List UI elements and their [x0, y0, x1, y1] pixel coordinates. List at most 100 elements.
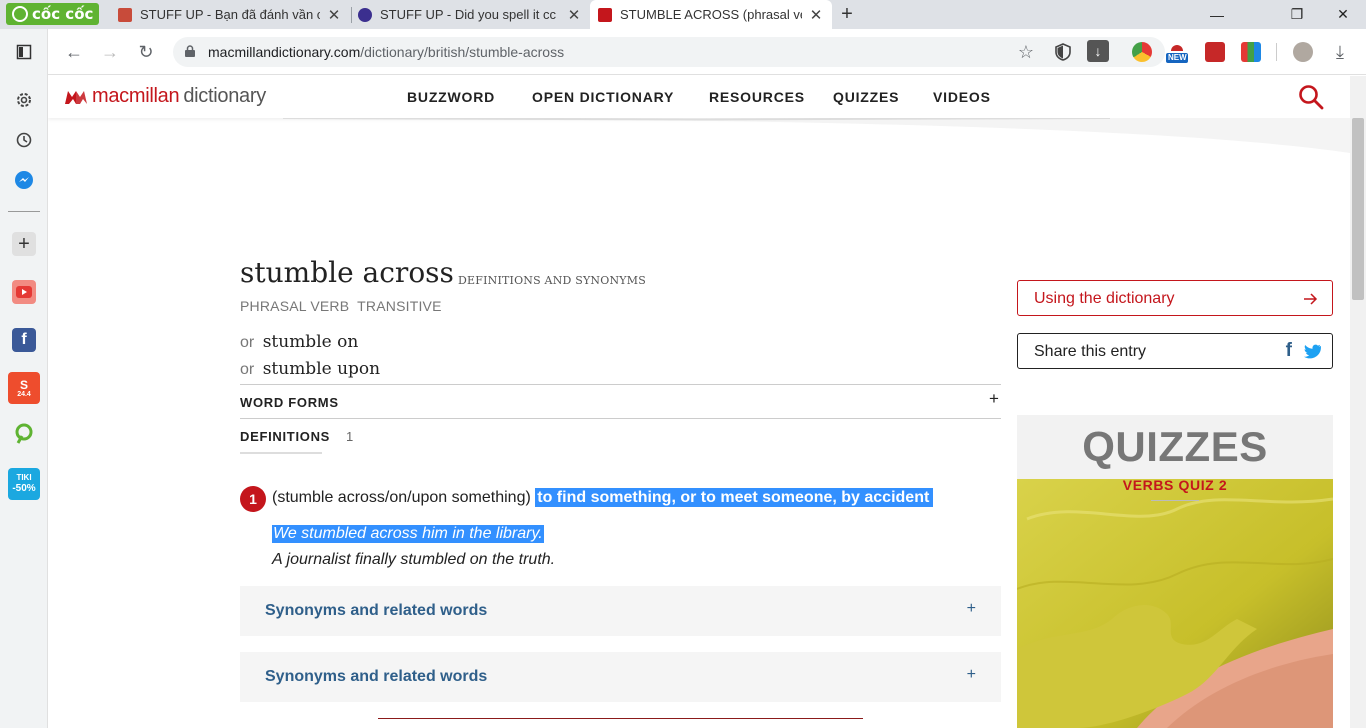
- download-page-icon[interactable]: ↓: [1087, 40, 1109, 62]
- site-header: macmillan dictionary BUZZWORD OPEN DICTI…: [48, 76, 1350, 118]
- sidebar-toggle-icon[interactable]: [12, 40, 36, 64]
- divider: [240, 384, 1001, 385]
- logo-word-dictionary: dictionary: [183, 85, 266, 107]
- quiz-name[interactable]: VERBS QUIZ 2: [1017, 477, 1333, 493]
- news-extension-icon[interactable]: NEW: [1165, 42, 1189, 63]
- nav-buzzword[interactable]: BUZZWORD: [407, 89, 495, 105]
- facebook-icon[interactable]: f: [12, 328, 36, 352]
- browser-titlebar: cốc cốc STUFF UP - Bạn đã đánh vần c ✕ S…: [0, 0, 1366, 29]
- nav-open-dictionary[interactable]: OPEN DICTIONARY: [532, 89, 674, 105]
- profile-avatar[interactable]: [1293, 42, 1313, 62]
- coccoc-green-icon[interactable]: [12, 422, 36, 446]
- reload-button[interactable]: ↻: [134, 40, 158, 64]
- footer-divider: [378, 718, 863, 719]
- shopee-s-glyph: S: [19, 377, 28, 392]
- synonyms-accordion[interactable]: Synonyms and related words +: [240, 652, 1001, 702]
- new-tab-button[interactable]: +: [836, 3, 858, 26]
- logo-word-macmillan: macmillan: [92, 85, 180, 107]
- nav-quizzes[interactable]: QUIZZES: [833, 89, 899, 105]
- headword-subtitle: DEFINITIONS AND SYNONYMS: [458, 274, 646, 287]
- sense-definition: to find something, or to meet someone, b…: [535, 488, 934, 507]
- coccoc-logo-icon: [12, 6, 28, 22]
- variant-or: or: [240, 361, 255, 378]
- minimize-button[interactable]: —: [1194, 0, 1240, 29]
- history-icon[interactable]: [12, 128, 36, 152]
- quiz-card[interactable]: QUIZZES QUIZZES VERBS QUIZ 2: [1017, 415, 1333, 728]
- sidebar-divider: [8, 211, 40, 212]
- close-icon[interactable]: ✕: [566, 6, 582, 24]
- sense-text: (stumble across/on/upon something) to fi…: [272, 488, 934, 507]
- bookmark-star-icon[interactable]: ☆: [1014, 40, 1038, 64]
- tiki-label: TIKI: [16, 473, 32, 483]
- using-dictionary-label: Using the dictionary: [1034, 290, 1175, 307]
- variant-word: stumble on: [262, 332, 359, 352]
- brand-label: cốc cốc: [32, 5, 94, 23]
- macmillan-logo[interactable]: macmillan dictionary: [64, 85, 266, 108]
- sync-extension-icon[interactable]: [1205, 42, 1225, 62]
- new-badge: NEW: [1168, 53, 1187, 62]
- example-sentence: A journalist finally stumbled on the tru…: [272, 551, 556, 568]
- synonyms-accordion[interactable]: Synonyms and related words +: [240, 586, 1001, 636]
- share-entry-label: Share this entry: [1034, 343, 1147, 360]
- forward-button[interactable]: →: [98, 40, 122, 64]
- variant-or: or: [240, 334, 255, 351]
- shopee-icon[interactable]: S 24.4: [8, 372, 40, 404]
- add-shortcut-icon[interactable]: +: [12, 232, 36, 256]
- settings-icon[interactable]: [12, 88, 36, 112]
- tab-title: STUFF UP - Did you spell it cc: [380, 7, 557, 22]
- url-path: /dictionary/british/stumble-across: [360, 44, 565, 60]
- url-text: macmillandictionary.com/dictionary/briti…: [208, 44, 564, 60]
- chrome-extension-icon[interactable]: [1132, 42, 1152, 62]
- messenger-icon[interactable]: [12, 168, 36, 192]
- tab-stuff-up-vi[interactable]: STUFF UP - Bạn đã đánh vần c ✕: [110, 0, 350, 29]
- example-sentence: We stumbled across him in the library.: [272, 525, 544, 543]
- tab-stumble-across[interactable]: STUMBLE ACROSS (phrasal ve ✕: [590, 0, 832, 29]
- definitions-count: 1: [346, 429, 354, 444]
- variant-stumble-upon: or stumble upon: [240, 359, 380, 379]
- scrollbar-thumb[interactable]: [1352, 118, 1364, 300]
- variant-stumble-on: or stumble on: [240, 332, 358, 352]
- divider: [240, 418, 1001, 419]
- expand-plus-icon[interactable]: +: [967, 666, 976, 684]
- search-icon[interactable]: [1298, 84, 1324, 110]
- toolbar-divider: [1276, 43, 1277, 61]
- tab-stuff-up-en[interactable]: STUFF UP - Did you spell it cc ✕: [350, 0, 590, 29]
- tiki-icon[interactable]: TIKI -50%: [8, 468, 40, 500]
- favicon-icon: [358, 7, 372, 22]
- close-icon[interactable]: ✕: [326, 6, 342, 24]
- restore-button[interactable]: ❐: [1274, 0, 1320, 29]
- downloads-icon[interactable]: ⤓: [1328, 40, 1352, 64]
- macmillan-book-icon: [65, 90, 87, 104]
- synonyms-title: Synonyms and related words: [265, 668, 488, 685]
- share-entry-box: Share this entry f: [1017, 333, 1333, 369]
- definitions-tab-underline: [240, 452, 322, 454]
- definitions-tab[interactable]: DEFINITIONS: [240, 429, 330, 444]
- tab-title: STUFF UP - Bạn đã đánh vần c: [140, 7, 320, 22]
- macmillan-favicon-icon: [598, 7, 612, 22]
- headword: stumble across: [240, 256, 454, 289]
- variant-word: stumble upon: [262, 359, 381, 379]
- using-dictionary-button[interactable]: Using the dictionary: [1017, 280, 1333, 316]
- browser-brand[interactable]: cốc cốc: [6, 3, 100, 25]
- close-icon[interactable]: ✕: [808, 6, 824, 24]
- header-swoosh: [48, 118, 1350, 153]
- browser-toolbar: ← → ↻ macmillandictionary.com/dictionary…: [48, 29, 1366, 75]
- youtube-icon[interactable]: [12, 280, 36, 304]
- word-forms-plus-icon[interactable]: +: [989, 389, 999, 409]
- nav-videos[interactable]: VIDEOS: [933, 89, 991, 105]
- shield-icon[interactable]: [1051, 40, 1075, 64]
- expand-plus-icon[interactable]: +: [967, 600, 976, 618]
- facebook-share-icon[interactable]: f: [1286, 340, 1292, 362]
- tab-title: STUMBLE ACROSS (phrasal ve: [620, 7, 802, 22]
- lock-icon: [185, 45, 195, 57]
- nav-resources[interactable]: RESOURCES: [709, 89, 805, 105]
- twitter-share-icon[interactable]: [1304, 344, 1322, 359]
- word-forms-toggle[interactable]: WORD FORMS: [240, 395, 339, 410]
- url-host: macmillandictionary.com: [208, 44, 361, 60]
- sense-pattern: (stumble across/on/upon something): [272, 489, 531, 506]
- color-extension-icon[interactable]: [1241, 42, 1261, 62]
- quiz-divider: [1151, 500, 1199, 501]
- back-button[interactable]: ←: [62, 40, 86, 64]
- close-window-button[interactable]: ✕: [1320, 0, 1366, 29]
- sense-number-badge: 1: [240, 486, 266, 512]
